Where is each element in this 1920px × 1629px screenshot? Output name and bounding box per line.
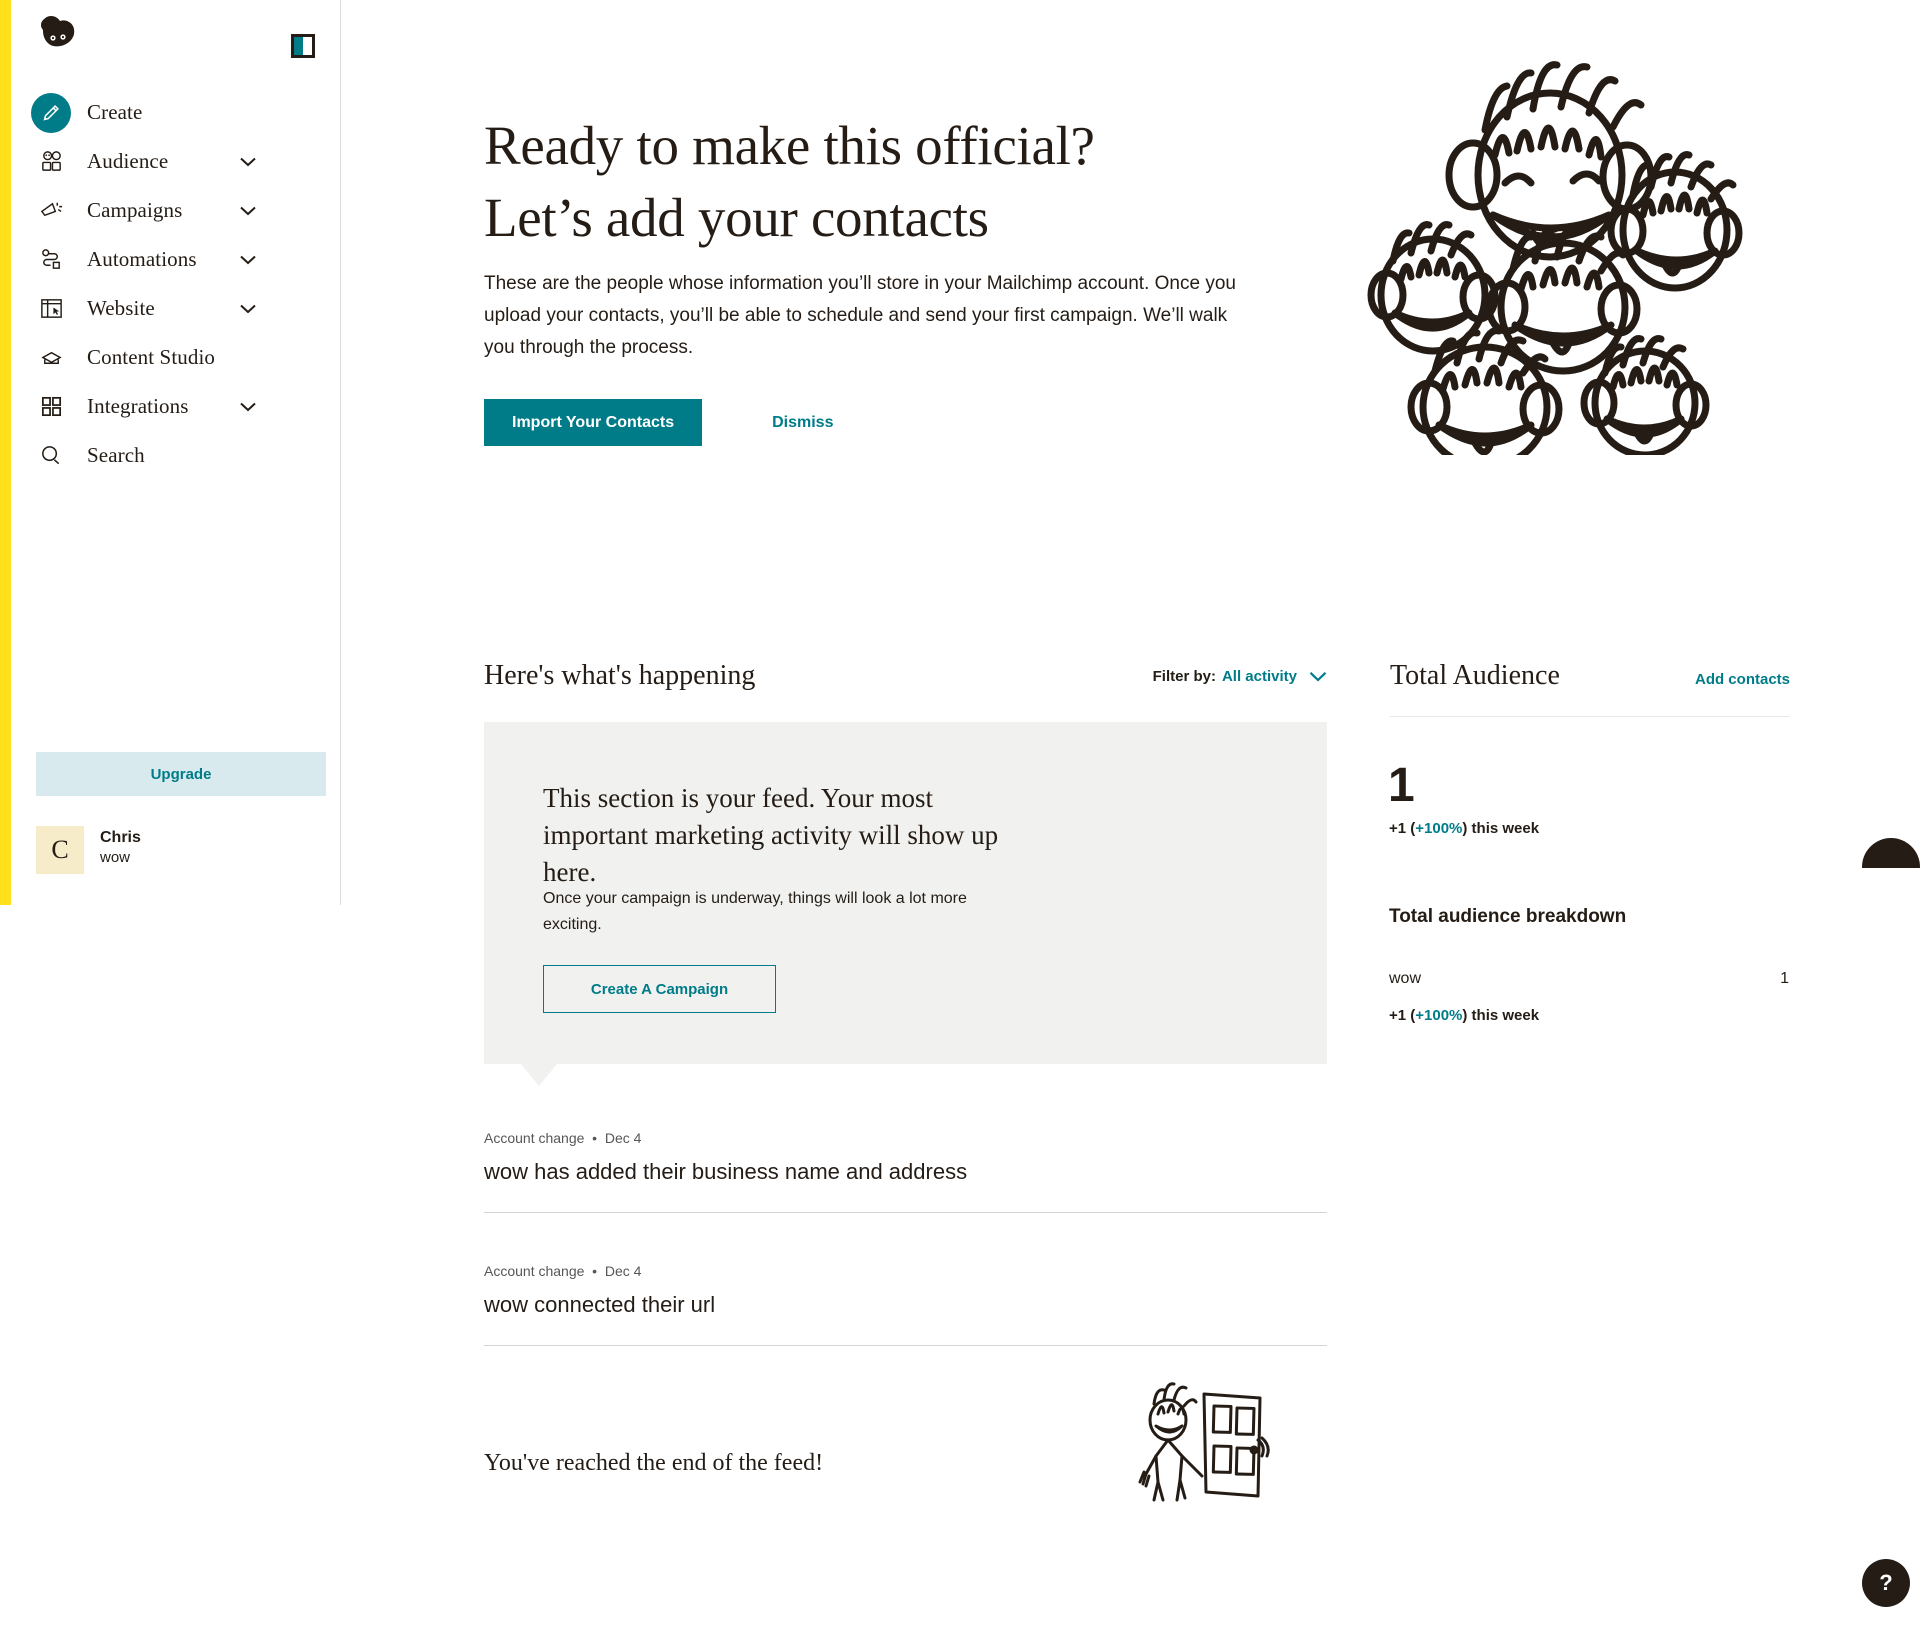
- avatar: C: [36, 826, 84, 874]
- activity-text: wow connected their url: [484, 1292, 716, 1317]
- grid-squares-icon: [31, 387, 71, 427]
- activity-row[interactable]: Account change • Dec 4 wow connected the…: [484, 1263, 1327, 1346]
- content-studio-icon: [31, 338, 71, 378]
- sidebar-item-label: Integrations: [87, 394, 189, 418]
- sidebar-item-label: Website: [87, 296, 155, 320]
- activity-meta: Account change • Dec 4: [484, 1130, 1327, 1159]
- help-button[interactable]: ?: [1862, 1559, 1910, 1607]
- feed-filter-dropdown[interactable]: Filter by: All activity: [1153, 668, 1327, 685]
- import-contacts-button[interactable]: Import Your Contacts: [484, 399, 703, 446]
- audience-delta: +1 (+100%) this week: [1389, 820, 1539, 837]
- filter-selected-value: All activity: [1221, 667, 1297, 685]
- activity-type: Account change: [484, 1263, 585, 1279]
- sidebar: Create Audience Campaigns Automations We…: [0, 0, 341, 905]
- activity-row[interactable]: Account change • Dec 4 wow has added the…: [484, 1130, 1327, 1213]
- feed-card-tail: [521, 1064, 557, 1086]
- megaphone-icon: [31, 191, 71, 231]
- audience-delta-percent: +100%: [1415, 820, 1463, 837]
- dismiss-button[interactable]: Dismiss: [772, 414, 833, 432]
- browser-window-icon: [31, 289, 71, 329]
- page-title-line-2: Let’s add your contacts: [484, 187, 989, 248]
- audience-count: 1: [1388, 759, 1415, 812]
- feed-title: Here's what's happening: [484, 660, 756, 691]
- upgrade-button[interactable]: Upgrade: [36, 752, 326, 796]
- page-title-line-1: Ready to make this official?: [484, 115, 1095, 176]
- page-title: Ready to make this official? Let’s add y…: [484, 110, 1264, 254]
- audience-delta-suffix: ) this week: [1462, 820, 1540, 837]
- sidebar-accent-stripe: [0, 0, 11, 905]
- feed-end-message: You've reached the end of the feed!: [484, 1450, 824, 1476]
- user-org: wow: [100, 849, 131, 866]
- hero-description: These are the people whose information y…: [484, 273, 1236, 358]
- person-with-door-illustration: [1132, 1380, 1284, 1508]
- chevron-down-icon[interactable]: [240, 206, 256, 216]
- sidebar-item-create[interactable]: Create: [11, 88, 340, 137]
- sidebar-item-label: Search: [87, 443, 145, 467]
- audience-delta-prefix: +1 (: [1389, 820, 1416, 837]
- chevron-down-icon[interactable]: [240, 304, 256, 314]
- dashboard-page: Create Audience Campaigns Automations We…: [0, 0, 1920, 1629]
- activity-meta: Account change • Dec 4: [484, 1263, 1327, 1292]
- feed-card-heading: This section is your feed. Your most imp…: [543, 783, 999, 887]
- create-campaign-button[interactable]: Create A Campaign: [543, 965, 776, 1013]
- sidebar-item-campaigns[interactable]: Campaigns: [11, 186, 340, 235]
- sidebar-item-content-studio[interactable]: Content Studio: [11, 333, 340, 382]
- audience-breakdown-value: 1: [1780, 970, 1789, 987]
- activity-date: Dec 4: [604, 1130, 642, 1146]
- automation-flow-icon: [31, 240, 71, 280]
- group-of-people-illustration: [1365, 55, 1755, 471]
- user-account-row[interactable]: C Chris wow: [36, 826, 141, 874]
- sidebar-item-label: Automations: [87, 247, 197, 271]
- sidebar-item-label: Content Studio: [87, 345, 215, 369]
- sidebar-nav: Create Audience Campaigns Automations We…: [11, 82, 340, 480]
- sidebar-item-integrations[interactable]: Integrations: [11, 382, 340, 431]
- divider: [1390, 716, 1790, 717]
- feed-header: Here's what's happening Filter by: All a…: [484, 660, 1327, 692]
- hero-actions: Import Your Contacts Dismiss: [484, 399, 833, 446]
- filter-label: Filter by:: [1152, 667, 1216, 685]
- pencil-icon: [31, 92, 71, 133]
- activity-separator: •: [588, 1130, 601, 1146]
- sidebar-item-label: Campaigns: [87, 198, 183, 222]
- audience-breakdown-delta-suffix: ) this week: [1462, 1007, 1540, 1024]
- mailchimp-freddie-logo[interactable]: [29, 14, 85, 70]
- drawer-handle-icon[interactable]: [1862, 838, 1920, 868]
- activity-date: Dec 4: [604, 1263, 642, 1279]
- chevron-down-icon[interactable]: [240, 255, 256, 265]
- activity-separator: •: [588, 1263, 601, 1279]
- chevron-down-icon[interactable]: [1309, 671, 1327, 682]
- sidebar-brand-row: [11, 0, 340, 82]
- audience-breakdown-delta: +1 (+100%) this week: [1389, 1007, 1539, 1024]
- activity-type: Account change: [484, 1130, 585, 1146]
- sidebar-item-label: Create: [87, 100, 143, 124]
- user-name: Chris: [100, 829, 141, 846]
- people-icon: [31, 142, 71, 182]
- audience-breakdown-delta-percent: +100%: [1415, 1007, 1463, 1024]
- add-contacts-link[interactable]: Add contacts: [1695, 671, 1790, 688]
- create-icon-wrap: [31, 92, 71, 133]
- sidebar-item-audience[interactable]: Audience: [11, 137, 340, 186]
- audience-breakdown-row[interactable]: wow 1: [1389, 970, 1789, 988]
- chevron-down-icon[interactable]: [240, 402, 256, 412]
- search-icon: [31, 436, 71, 476]
- sidebar-item-website[interactable]: Website: [11, 284, 340, 333]
- chevron-down-icon[interactable]: [240, 157, 256, 167]
- sidebar-toggle-icon[interactable]: [291, 34, 315, 58]
- audience-title: Total Audience: [1390, 660, 1560, 691]
- audience-breakdown-delta-prefix: +1 (: [1389, 1007, 1416, 1024]
- sidebar-item-label: Audience: [87, 149, 169, 173]
- sidebar-item-search[interactable]: Search: [11, 431, 340, 480]
- sidebar-item-automations[interactable]: Automations: [11, 235, 340, 284]
- feed-card-body: Once your campaign is underway, things w…: [543, 890, 967, 933]
- audience-header: Total Audience Add contacts: [1390, 660, 1790, 692]
- audience-breakdown-name: wow: [1389, 970, 1422, 987]
- activity-text: wow has added their business name and ad…: [484, 1159, 968, 1184]
- audience-breakdown-title: Total audience breakdown: [1389, 906, 1627, 927]
